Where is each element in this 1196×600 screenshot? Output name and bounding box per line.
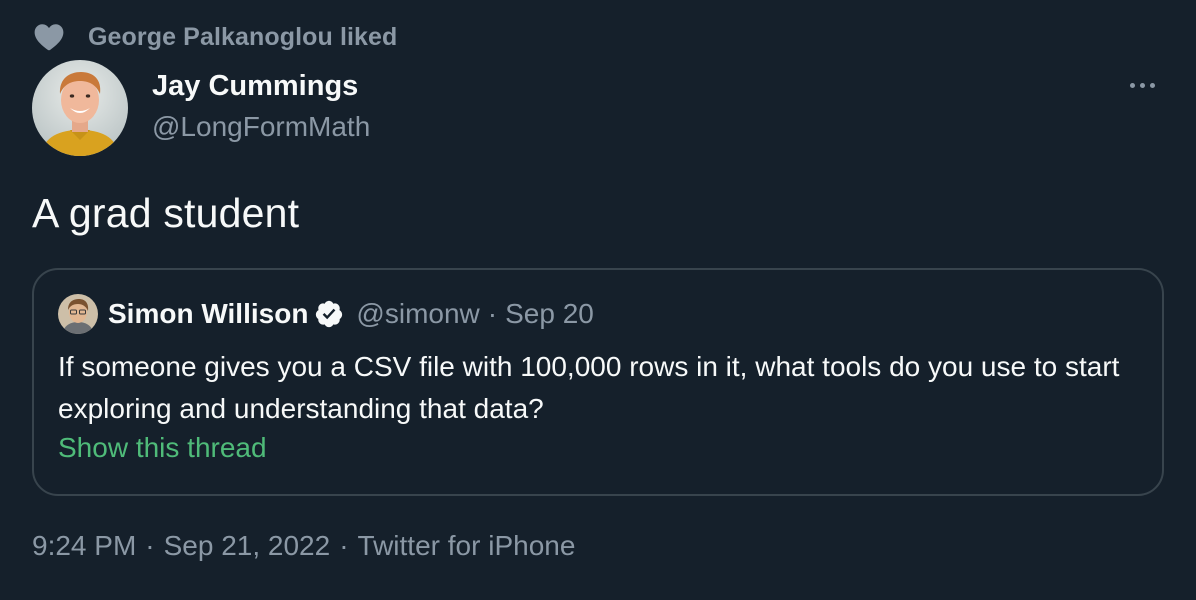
quoted-author-avatar xyxy=(58,294,98,334)
social-context-text[interactable]: George Palkanoglou liked xyxy=(88,23,397,52)
heart-icon xyxy=(34,22,64,52)
tweet-card[interactable]: George Palkanoglou liked Jay Cummings @L… xyxy=(0,0,1196,600)
quoted-tweet-date: Sep 20 xyxy=(505,298,594,329)
quoted-tweet-text: If someone gives you a CSV file with 100… xyxy=(58,351,1120,424)
separator-dot: · xyxy=(339,530,349,561)
separator-dot: · xyxy=(487,298,498,329)
more-dots-icon[interactable] xyxy=(1122,70,1162,100)
tweet-metadata: 9:24 PM · Sep 21, 2022 · Twitter for iPh… xyxy=(32,530,575,562)
author-avatar[interactable] xyxy=(32,60,128,156)
tweet-source[interactable]: Twitter for iPhone xyxy=(358,530,576,562)
tweet-time[interactable]: 9:24 PM xyxy=(32,530,136,562)
dot xyxy=(1149,82,1155,88)
dot xyxy=(1139,82,1145,88)
quoted-author-handle: @simonw xyxy=(356,298,480,329)
separator-dot: · xyxy=(145,530,155,561)
quoted-tweet-header: Simon Willison @simonw · Sep 20 xyxy=(58,294,594,334)
show-thread-link[interactable]: Show this thread xyxy=(58,432,267,464)
verified-badge-icon xyxy=(314,299,344,329)
tweet-text: A grad student xyxy=(32,190,300,236)
quoted-author-name: Simon Willison xyxy=(108,298,309,329)
social-context: George Palkanoglou liked xyxy=(34,22,397,52)
tweet-date[interactable]: Sep 21, 2022 xyxy=(164,530,331,562)
dot xyxy=(1129,82,1135,88)
author-name[interactable]: Jay Cummings xyxy=(152,70,358,103)
quoted-tweet[interactable]: Simon Willison @simonw · Sep 20 If someo… xyxy=(32,268,1164,496)
author-handle[interactable]: @LongFormMath xyxy=(152,111,370,143)
